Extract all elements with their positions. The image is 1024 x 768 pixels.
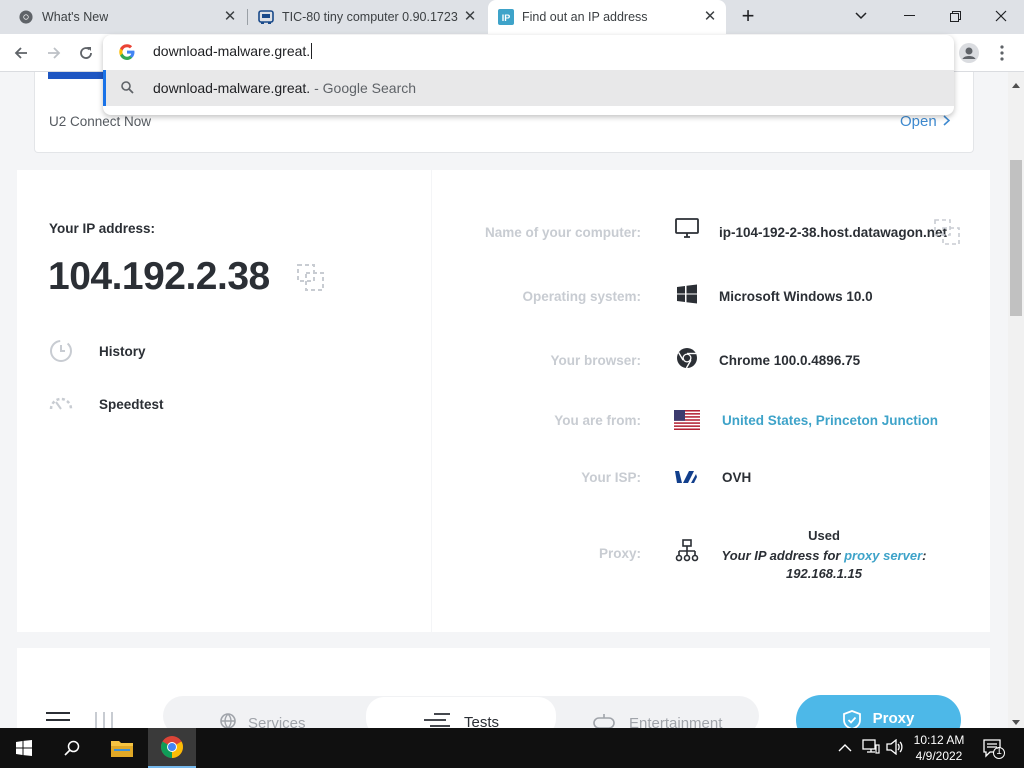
chevron-up-icon[interactable] (838, 740, 852, 758)
network-tray-icon[interactable] (862, 739, 880, 760)
restore-button[interactable] (932, 0, 978, 32)
forward-button[interactable] (41, 40, 67, 66)
back-button[interactable] (8, 40, 34, 66)
tab-strip: What's New ✕ TIC-80 tiny computer 0.90.1… (0, 0, 1024, 34)
menu-icon[interactable] (989, 40, 1015, 66)
suggestion-item[interactable]: download-malware.great. - Google Search (103, 70, 954, 106)
suggestion-source: - Google Search (310, 80, 417, 96)
address-bar-value: download-malware.great. (153, 43, 311, 59)
profile-icon[interactable] (956, 40, 982, 66)
tab-whats-new[interactable]: What's New ✕ (0, 0, 246, 34)
proxy-details: Used Your IP address for proxy server: 1… (712, 526, 936, 582)
os-value: Microsoft Windows 10.0 (719, 289, 873, 304)
ip-label: Your IP address: (49, 221, 156, 236)
history-label: History (99, 343, 146, 359)
notification-icon[interactable]: 1 (983, 739, 1005, 759)
google-icon (119, 44, 135, 60)
location-label: You are from: (554, 413, 641, 428)
hamburger-menu-icon[interactable] (46, 712, 70, 728)
proxy-server-link[interactable]: proxy server (844, 548, 922, 563)
chrome-icon (674, 345, 700, 371)
ip-icon: IP (498, 9, 514, 25)
tab-tic80[interactable]: TIC-80 tiny computer 0.90.1723 ( ✕ (248, 0, 486, 34)
monitor-icon (674, 216, 700, 242)
clock-time: 10:12 AM (913, 733, 965, 747)
banner-label: U2 Connect Now (49, 114, 152, 129)
notification-count: 1 (996, 746, 1002, 757)
tab-find-ip[interactable]: IP Find out an IP address ✕ (488, 0, 726, 34)
history-icon (48, 338, 74, 364)
proxy-ip: 192.168.1.15 (786, 566, 862, 581)
proxy-status: Used (808, 528, 840, 543)
svg-text:IP: IP (502, 13, 511, 23)
search-icon[interactable] (48, 728, 96, 768)
omnibox-dropdown: download-malware.great. download-malware… (103, 35, 954, 115)
close-icon[interactable]: ✕ (462, 9, 478, 25)
banner-accent-bar (48, 72, 104, 79)
tic80-icon (258, 9, 274, 25)
new-tab-button[interactable]: + (726, 0, 770, 32)
clock-date: 4/9/2022 (915, 749, 963, 763)
tab-title: Find out an IP address (522, 10, 648, 24)
proxy-label: Proxy: (598, 546, 641, 561)
suggestion-query: download-malware.great. (153, 80, 311, 96)
speedtest-label: Speedtest (99, 396, 164, 412)
address-bar-input[interactable]: download-malware.great. (153, 43, 313, 59)
grid-view-icon[interactable] (94, 712, 114, 728)
search-icon (121, 81, 134, 99)
tab-title: What's New (42, 10, 109, 24)
chevron-right-icon (943, 113, 950, 130)
copy-icon[interactable] (934, 219, 960, 245)
text-caret (311, 43, 313, 59)
volume-icon[interactable] (886, 738, 904, 760)
tab-search-icon[interactable] (838, 0, 884, 32)
windows-taskbar: 10:12 AM 4/9/2022 1 (0, 728, 1024, 768)
chrome-taskbar-icon[interactable] (148, 728, 196, 768)
computer-name-value: ip-104-192-2-38.host.datawagon.net (719, 225, 948, 240)
browser-label: Your browser: (550, 353, 641, 368)
chrome-icon (18, 9, 34, 25)
ovh-logo-icon (674, 469, 698, 485)
isp-label: Your ISP: (581, 470, 641, 485)
proxy-desc-text: Your IP address for (721, 548, 845, 563)
location-link[interactable]: United States, Princeton Junction (722, 413, 938, 428)
speedtest-link[interactable]: Speedtest (48, 391, 164, 417)
suggestion-text: download-malware.great. - Google Search (153, 80, 416, 96)
start-button[interactable] (0, 728, 48, 768)
ip-value[interactable]: 104.192.2.38 (48, 255, 270, 299)
reload-button[interactable] (73, 40, 99, 66)
proxy-desc-colon: : (922, 548, 927, 563)
open-label: Open (900, 113, 937, 130)
network-icon (674, 538, 700, 564)
history-link[interactable]: History (48, 338, 146, 364)
windows-icon (674, 281, 700, 307)
proxy-description: Your IP address for proxy server: (712, 546, 936, 566)
os-label: Operating system: (522, 289, 641, 304)
close-icon[interactable]: ✕ (702, 9, 718, 25)
tab-title: TIC-80 tiny computer 0.90.1723 ( (282, 10, 458, 24)
clock[interactable]: 10:12 AM 4/9/2022 (908, 732, 970, 764)
close-icon[interactable]: ✕ (222, 9, 238, 25)
copy-icon[interactable] (297, 264, 325, 292)
computer-name-label: Name of your computer: (484, 225, 641, 240)
us-flag-icon (674, 410, 700, 430)
banner-open-link[interactable]: Open (900, 113, 950, 130)
scroll-up-arrow-icon[interactable] (1011, 76, 1021, 88)
scroll-down-arrow-icon[interactable] (1011, 714, 1021, 725)
speedometer-icon (48, 391, 74, 417)
close-window-button[interactable] (978, 0, 1024, 32)
minimize-button[interactable] (886, 0, 932, 32)
file-explorer-icon[interactable] (98, 728, 146, 768)
browser-value: Chrome 100.0.4896.75 (719, 353, 861, 368)
scrollbar-thumb[interactable] (1010, 160, 1022, 316)
isp-value: OVH (722, 470, 752, 485)
